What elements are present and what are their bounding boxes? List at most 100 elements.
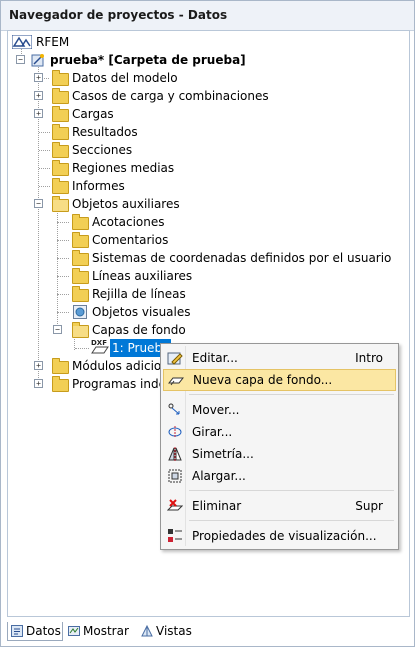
tree-item-casos-carga[interactable]: + Casos de carga y combinaciones — [32, 87, 332, 105]
context-menu: Editar... Intro Nueva capa de fondo... M… — [160, 343, 399, 550]
menu-item-label: Mover... — [192, 403, 240, 417]
folder-icon — [52, 160, 69, 176]
data-icon — [11, 625, 23, 637]
move-icon — [168, 403, 180, 415]
tree-item-rejilla-lineas[interactable]: Rejilla de líneas — [52, 285, 392, 303]
menu-item-shortcut: Supr — [355, 499, 383, 513]
project-icon — [31, 54, 44, 67]
tree-item-label: Cargas — [72, 107, 114, 121]
background-layers-folder-icon — [72, 322, 89, 338]
edit-icon — [167, 352, 183, 365]
expand-toggle-icon[interactable]: + — [34, 109, 43, 118]
collapse-toggle-icon[interactable]: − — [53, 325, 62, 334]
expand-toggle-icon[interactable]: + — [34, 361, 43, 370]
menu-item-editar[interactable]: Editar... Intro — [163, 347, 396, 369]
folder-icon — [52, 376, 69, 392]
mirror-icon — [168, 447, 182, 461]
tree-item-label: Programas indep — [72, 377, 174, 391]
collapse-toggle-icon[interactable]: − — [16, 55, 25, 64]
tab-vistas[interactable]: Vistas — [141, 622, 201, 640]
tree-project[interactable]: − prueba* [Carpeta de prueba] — [14, 51, 274, 69]
tab-label: Vistas — [156, 624, 192, 638]
title-bar: Navegador de proyectos - Datos — [1, 1, 414, 31]
rfem-logo-icon — [12, 35, 32, 49]
tree-item-objetos-visuales[interactable]: Objetos visuales — [52, 303, 392, 321]
expand-toggle-icon[interactable]: + — [34, 379, 43, 388]
navigator-tab-bar: Datos Mostrar Vistas — [7, 620, 408, 642]
tree-item-label: Rejilla de líneas — [92, 287, 186, 301]
tree-root-label: RFEM — [36, 35, 70, 49]
tree-item-label: Objetos visuales — [92, 305, 191, 319]
menu-item-label: Propiedades de visualización... — [192, 529, 377, 543]
tree-item-secciones[interactable]: Secciones — [32, 141, 332, 159]
tree-item-informes[interactable]: Informes — [32, 177, 332, 195]
tree-item-lineas-auxiliares[interactable]: Líneas auxiliares — [52, 267, 392, 285]
tree-item-label: Comentarios — [92, 233, 169, 247]
folder-open-icon — [52, 196, 69, 212]
tree-item-label: Objetos auxiliares — [72, 197, 180, 211]
tree-item-label: Resultados — [72, 125, 138, 139]
comment-folder-icon — [72, 232, 89, 248]
tree-item-comentarios[interactable]: Comentarios — [52, 231, 392, 249]
tree-item-label: Módulos adicion — [72, 359, 169, 373]
menu-item-simetria[interactable]: Simetría... — [163, 443, 396, 465]
menu-item-label: Alargar... — [192, 469, 246, 483]
menu-item-label: Eliminar — [192, 499, 242, 513]
tree-item-label: Datos del modelo — [72, 71, 178, 85]
folder-icon — [52, 88, 69, 104]
menu-item-alargar[interactable]: Alargar... — [163, 465, 396, 487]
tree-item-sistemas-coordenadas[interactable]: Sistemas de coordenadas definidos por el… — [52, 249, 408, 267]
new-layer-icon — [168, 377, 184, 386]
tree-item-label: Informes — [72, 179, 125, 193]
coordinate-system-folder-icon — [72, 250, 89, 266]
guideline-folder-icon — [72, 268, 89, 284]
tree-item-label: Casos de carga y combinaciones — [72, 89, 269, 103]
tab-label: Mostrar — [83, 624, 129, 638]
folder-icon — [52, 70, 69, 86]
tree-item-label: Acotaciones — [92, 215, 165, 229]
folder-icon — [52, 142, 69, 158]
menu-item-label: Nueva capa de fondo... — [193, 373, 333, 387]
menu-item-shortcut: Intro — [355, 351, 383, 365]
tree-item-label: Secciones — [72, 143, 133, 157]
tree-item-layer-prueba[interactable]: DXF 1: Prueba — [74, 339, 174, 357]
dimension-folder-icon — [72, 214, 89, 230]
tree-item-objetos-auxiliares[interactable]: − Objetos auxiliares — [32, 195, 332, 213]
visual-objects-icon — [73, 305, 87, 319]
tree-item-label: Sistemas de coordenadas definidos por el… — [92, 251, 392, 265]
menu-item-label: Girar... — [192, 425, 233, 439]
folder-icon — [52, 358, 69, 374]
dxf-file-icon: DXF — [91, 339, 109, 355]
tree-item-label: Líneas auxiliares — [92, 269, 193, 283]
window-title: Navegador de proyectos - Datos — [9, 8, 228, 22]
tree-item-resultados[interactable]: Resultados — [32, 123, 332, 141]
menu-item-label: Simetría... — [192, 447, 254, 461]
expand-toggle-icon[interactable]: + — [34, 73, 43, 82]
tab-datos[interactable]: Datos — [7, 622, 63, 641]
menu-item-eliminar[interactable]: Eliminar Supr — [163, 495, 396, 517]
tree-item-datos-modelo[interactable]: + Datos del modelo — [32, 69, 332, 87]
views-icon — [141, 625, 153, 637]
delete-icon — [167, 499, 183, 511]
display-properties-icon — [168, 529, 182, 542]
project-label: prueba* [Carpeta de prueba] — [50, 53, 246, 67]
tree-item-acotaciones[interactable]: Acotaciones — [52, 213, 392, 231]
rotate-icon — [168, 426, 182, 438]
tree-root[interactable]: RFEM — [12, 33, 212, 51]
tree-item-regiones-medias[interactable]: Regiones medias — [32, 159, 332, 177]
menu-item-mover[interactable]: Mover... — [163, 399, 396, 421]
scale-icon — [168, 469, 182, 483]
collapse-toggle-icon[interactable]: − — [34, 199, 43, 208]
tree-item-cargas[interactable]: + Cargas — [32, 105, 332, 123]
menu-item-girar[interactable]: Girar... — [163, 421, 396, 443]
tab-label: Datos — [26, 624, 61, 638]
tree-item-label: Regiones medias — [72, 161, 175, 175]
expand-toggle-icon[interactable]: + — [34, 91, 43, 100]
folder-icon — [52, 178, 69, 194]
menu-item-label: Editar... — [192, 351, 238, 365]
menu-item-propiedades[interactable]: Propiedades de visualización... — [163, 525, 396, 547]
menu-item-nueva-capa[interactable]: Nueva capa de fondo... — [163, 369, 396, 391]
tab-mostrar[interactable]: Mostrar — [68, 622, 134, 640]
folder-icon — [52, 124, 69, 140]
folder-icon — [52, 106, 69, 122]
